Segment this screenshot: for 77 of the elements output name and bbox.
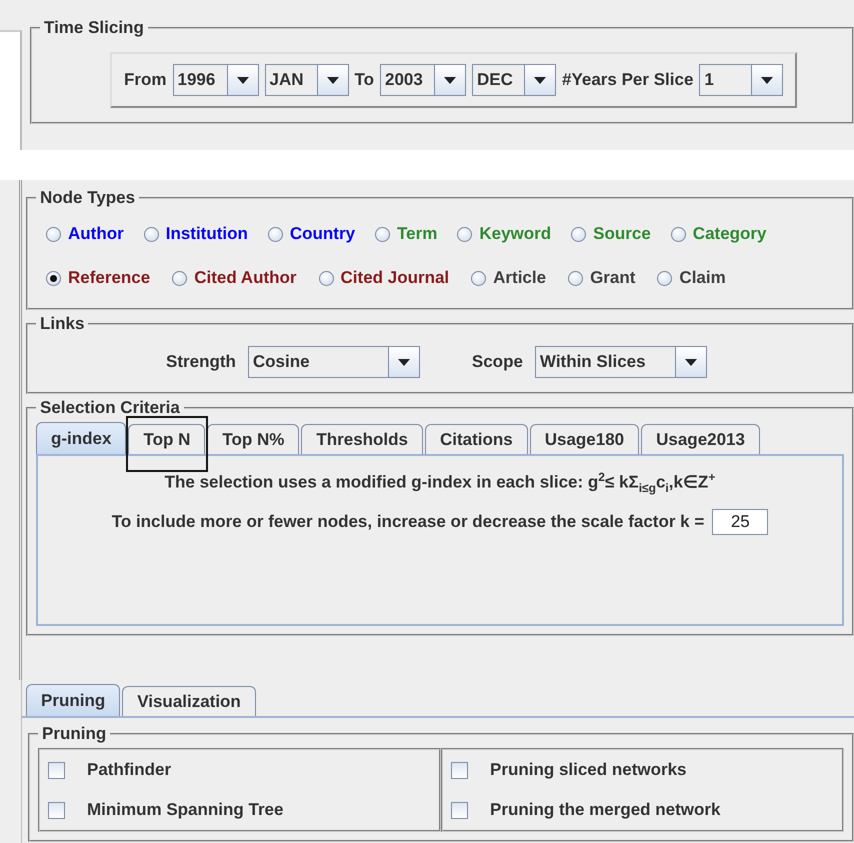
to-label: To [354,70,374,90]
caret-icon [444,76,456,84]
dropdown[interactable]: Cosine [248,346,420,378]
radio-label: Reference [68,268,150,288]
radio-label: Cited Author [194,268,297,288]
radio-button[interactable] [457,226,472,242]
radio-label: Grant [590,268,636,288]
tab[interactable]: Thresholds [301,424,423,454]
scope-label: Scope [472,352,523,372]
tab[interactable]: Top N% [207,424,300,454]
caret-icon [684,358,697,366]
dropdown[interactable]: 1 [699,64,784,96]
years-per-slice-label: #Years Per Slice [562,70,694,90]
dropdown-arrow-button[interactable] [316,65,348,95]
radio-button[interactable] [144,226,159,242]
checkbox-label: Pruning the merged network [490,800,720,820]
tab[interactable]: g-index [36,422,126,454]
radio-button[interactable] [375,226,390,242]
group-title: Links [39,314,86,334]
caret-icon [326,76,338,84]
group-title: Node Types [39,188,136,208]
group-title: Time Slicing [43,18,145,38]
formula-text: The selection uses a modified g-index in each slice: g$^{2}$≤ kΣ$_{i≤g}$c$_{i}$,k∈Z$^{+}$ [164,470,716,496]
checkbox-label: Minimum Spanning Tree [87,800,284,820]
caret-icon [761,76,774,84]
radio-button[interactable] [318,270,334,286]
scale-factor-field[interactable]: 25 [712,509,768,536]
tab[interactable]: Top N [128,424,206,454]
checkbox[interactable] [48,762,65,778]
radio-label: Source [593,224,651,244]
dropdown[interactable]: JAN [264,64,348,96]
group-title: Selection Criteria [39,398,181,418]
checkbox[interactable] [48,802,65,818]
radio-button[interactable] [46,270,61,286]
checkbox-label: Pruning sliced networks [490,760,686,780]
radio-button[interactable] [657,270,672,286]
group-title: Pruning [41,724,108,744]
radio-label: Article [493,268,546,288]
radio-button[interactable] [471,270,486,286]
tab[interactable]: Visualization [122,686,256,716]
caret-icon [398,358,410,366]
radio-label: Institution [166,224,248,244]
radio-label: Category [692,224,766,244]
tab[interactable]: Pruning [26,684,120,716]
radio-button[interactable] [568,270,584,286]
radio-button[interactable] [268,226,283,242]
radio-label: Claim [679,268,726,288]
dropdown-arrow-button[interactable] [674,347,706,377]
radio-label: Keyword [479,224,552,244]
checkbox-label: Pathfinder [87,760,172,780]
checkbox[interactable] [451,802,468,818]
from-label: From [124,70,166,90]
caret-icon [236,76,248,84]
radio-label: Author [68,224,124,244]
radio-label: Country [290,224,356,244]
dropdown-arrow-button[interactable] [434,65,466,95]
dropdown-arrow-button[interactable] [388,347,419,377]
radio-button[interactable] [46,226,61,242]
dropdown[interactable]: 2003 [380,64,466,96]
checkbox[interactable] [451,762,468,778]
caret-icon [534,76,546,84]
tab[interactable]: Citations [425,424,528,454]
dropdown-arrow-button[interactable] [751,65,782,95]
radio-label: Cited Journal [340,268,450,288]
dropdown-arrow-button[interactable] [226,65,258,95]
radio-button[interactable] [670,226,686,242]
dropdown-arrow-button[interactable] [524,65,556,95]
tab[interactable]: Usage2013 [641,424,760,454]
radio-label: Term [397,224,438,244]
scale-factor-label: To include more or fewer nodes, increase or decrease the scale factor k = [112,512,704,532]
radio-button[interactable] [571,226,586,242]
tab[interactable]: Usage180 [530,424,640,454]
dropdown[interactable]: Within Slices [534,346,707,378]
dropdown[interactable]: 1996 [172,64,258,96]
dropdown[interactable]: DEC [472,64,556,96]
strength-label: Strength [166,352,236,372]
radio-button[interactable] [172,270,188,286]
